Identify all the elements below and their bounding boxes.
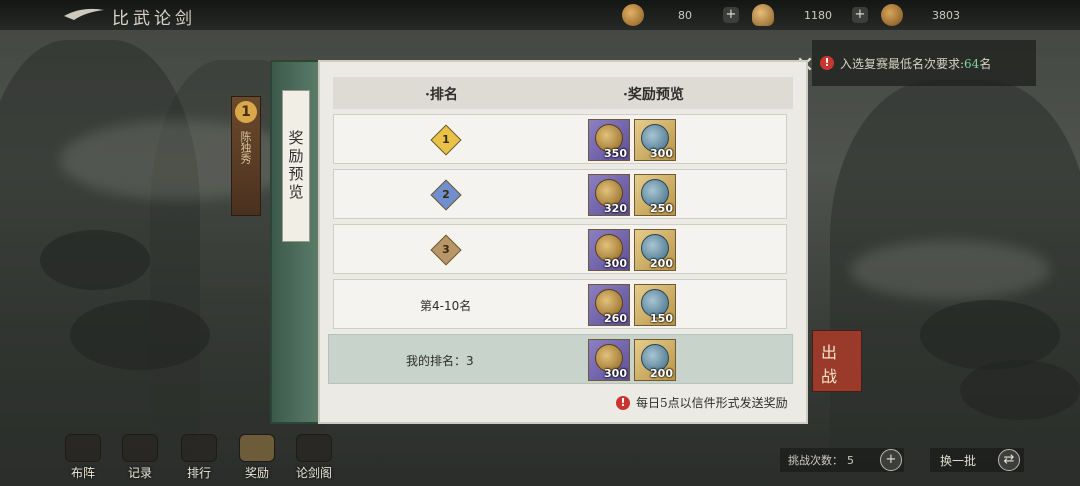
resource-hat: 1180 xyxy=(752,3,832,27)
nav-reward[interactable]: 奖励 xyxy=(232,434,282,481)
player-name: 陈独秀 xyxy=(239,131,252,164)
rank-2-medal-icon: 2 xyxy=(430,179,462,211)
top-bar: 比武论剑 80 + 1180 + 3803 xyxy=(0,0,1080,30)
reward-item[interactable]: 260 xyxy=(588,284,630,326)
reward-item[interactable]: 200 xyxy=(634,339,676,381)
my-rank-label: 我的排名：3 xyxy=(406,354,474,368)
nav-ranking[interactable]: 排行 xyxy=(174,434,224,481)
warning-icon: ! xyxy=(820,56,834,70)
resource-sword-token: 3803 xyxy=(881,3,960,27)
rank-3-medal-icon: 3 xyxy=(430,234,462,266)
add-leaf-button[interactable]: + xyxy=(723,7,739,23)
rank-number: 1 xyxy=(235,101,257,123)
reward-item[interactable]: 250 xyxy=(634,174,676,216)
reward-item[interactable]: 150 xyxy=(634,284,676,326)
tab-reward-preview[interactable]: 奖励预览 xyxy=(282,90,310,242)
refresh-opponents-button[interactable]: 换一批 ⇄ xyxy=(930,448,1024,472)
page-title: 比武论剑 xyxy=(112,9,196,29)
pavilion-icon xyxy=(296,434,332,462)
battle-button[interactable]: 出 战 xyxy=(812,330,862,392)
hat-currency-icon xyxy=(752,4,774,26)
rank-range-label: 第4-10名 xyxy=(420,299,472,313)
resource-leaf: 80 xyxy=(622,3,692,27)
ranking-icon xyxy=(181,434,217,462)
nav-pavilion[interactable]: 论剑阁 xyxy=(289,434,339,481)
table-row: 3 300 200 xyxy=(333,224,787,274)
table-row: 第4-10名 260 150 xyxy=(333,279,787,329)
add-hat-button[interactable]: + xyxy=(852,7,868,23)
rank-header: ·排名 xyxy=(425,87,458,103)
reward-item[interactable]: 200 xyxy=(634,229,676,271)
reward-item[interactable]: 300 xyxy=(588,229,630,271)
reward-item[interactable]: 300 xyxy=(588,339,630,381)
qualification-notice: ! 入选复赛最低名次要求:64名 xyxy=(812,40,1036,86)
nav-formation[interactable]: 布阵 xyxy=(58,434,108,481)
table-row: 1 350 300 xyxy=(333,114,787,164)
reward-item[interactable]: 320 xyxy=(588,174,630,216)
reward-item[interactable]: 350 xyxy=(588,119,630,161)
sword-token-icon xyxy=(881,4,903,26)
reward-item[interactable]: 300 xyxy=(634,119,676,161)
my-rank-scroll[interactable]: 1 陈独秀 xyxy=(231,96,261,216)
formation-icon xyxy=(65,434,101,462)
warning-icon: ! xyxy=(616,395,630,410)
my-rank-row: 我的排名：3 300 200 xyxy=(328,334,793,384)
leaf-currency-icon xyxy=(622,4,644,26)
reward-header: ·奖励预览 xyxy=(623,87,684,103)
record-icon xyxy=(122,434,158,462)
rank-1-medal-icon: 1 xyxy=(430,124,462,156)
swap-icon: ⇄ xyxy=(998,449,1020,471)
nav-record[interactable]: 记录 xyxy=(115,434,165,481)
table-row: 2 320 250 xyxy=(333,169,787,219)
delivery-note: ! 每日5点以信件形式发送奖励 xyxy=(616,394,788,411)
challenge-count: 挑战次数： 5 + xyxy=(780,448,904,472)
add-challenge-button[interactable]: + xyxy=(880,449,902,471)
back-button[interactable] xyxy=(62,4,106,24)
reward-icon xyxy=(239,434,275,462)
table-header: ·排名 ·奖励预览 xyxy=(333,77,793,109)
